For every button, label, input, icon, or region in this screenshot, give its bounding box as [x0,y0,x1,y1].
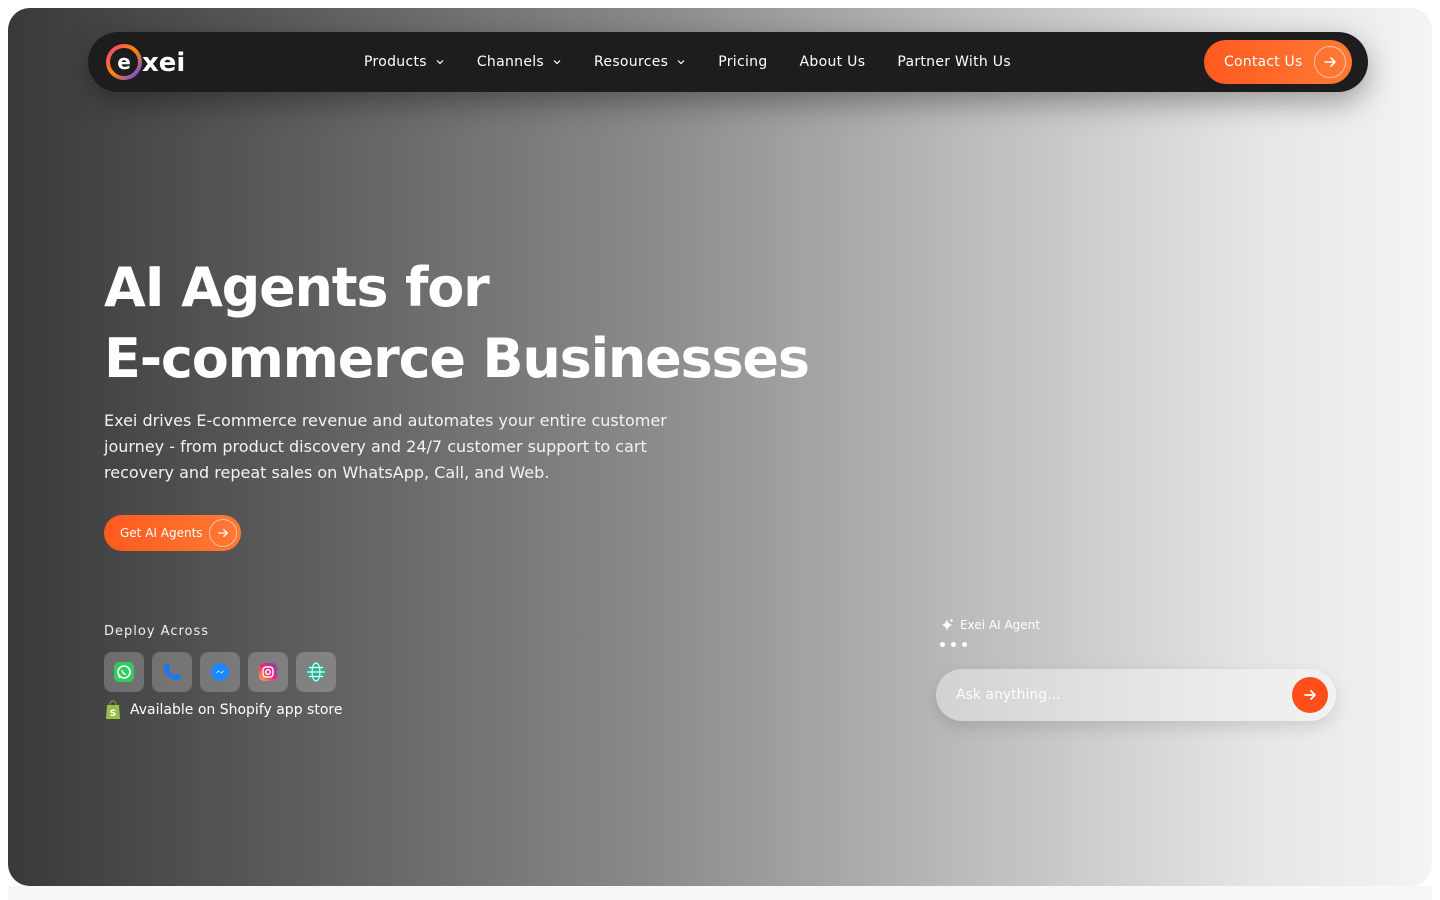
instagram-icon[interactable] [248,652,288,692]
chevron-down-icon [436,60,444,65]
svg-text:xei: xei [142,48,185,78]
nav-item-channels[interactable]: Channels [477,54,562,70]
typing-dot [951,642,956,647]
nav-item-label: Channels [476,54,545,70]
channel-icons [104,652,336,692]
phone-icon[interactable] [152,652,192,692]
typing-dot [940,642,945,647]
nav-item-label: Products [364,54,427,70]
contact-us-label: Contact Us [1224,54,1303,70]
nav-item-about-us[interactable]: About Us [800,54,866,70]
agent-label-text: Exei AI Agent [960,618,1040,632]
nav-item-label: About Us [799,54,866,70]
nav-links: Products Channels Resources Pricing Abou… [364,32,1011,92]
nav-item-resources[interactable]: Resources [594,54,686,70]
svg-text:S: S [110,709,116,719]
chevron-down-icon [553,60,561,65]
typing-dot [962,642,967,647]
nav-item-label: Resources [594,54,669,70]
contact-us-button[interactable]: Contact Us [1204,40,1352,84]
agent-label: Exei AI Agent [940,618,1040,632]
send-button[interactable] [1292,677,1328,713]
hero-description: Exei drives E-commerce revenue and autom… [104,411,667,482]
globe-icon[interactable] [296,652,336,692]
shopify-availability[interactable]: S Available on Shopify app store [104,700,342,720]
hero-headline: AI Agents for E-commerce Businesses [104,252,810,394]
nav-item-label: Partner With Us [897,54,1011,70]
messenger-icon[interactable] [200,652,240,692]
get-ai-agents-button[interactable]: Get AI Agents [104,515,241,551]
typing-indicator [940,642,967,647]
whatsapp-icon[interactable] [104,652,144,692]
arrow-right-icon [209,519,237,547]
chevron-down-icon [677,60,685,65]
agent-sparkle-icon [942,619,953,631]
nav-item-partner-with-us[interactable]: Partner With Us [897,54,1011,70]
nav-item-pricing[interactable]: Pricing [718,54,767,70]
get-ai-agents-label: Get AI Agents [120,526,203,540]
shopify-icon: S [106,700,120,719]
hero-section: e xei Products Channels Resources Pricin… [8,8,1432,886]
svg-text:e: e [117,50,131,74]
ask-input[interactable] [956,669,1276,721]
page-bottom-strip [8,886,1432,900]
headline-line-1: AI Agents for [104,256,490,319]
ask-box [936,669,1336,721]
shopify-text: Available on Shopify app store [130,702,343,718]
exei-logo[interactable]: e xei [104,42,194,82]
deploy-across-label: Deploy Across [104,624,210,639]
headline-line-2: E-commerce Businesses [104,327,810,390]
nav-item-products[interactable]: Products [364,54,445,70]
arrow-right-icon [1314,46,1346,78]
arrow-right-icon [1304,690,1316,700]
top-navbar: e xei Products Channels Resources Pricin… [88,32,1368,92]
nav-item-label: Pricing [718,54,768,70]
